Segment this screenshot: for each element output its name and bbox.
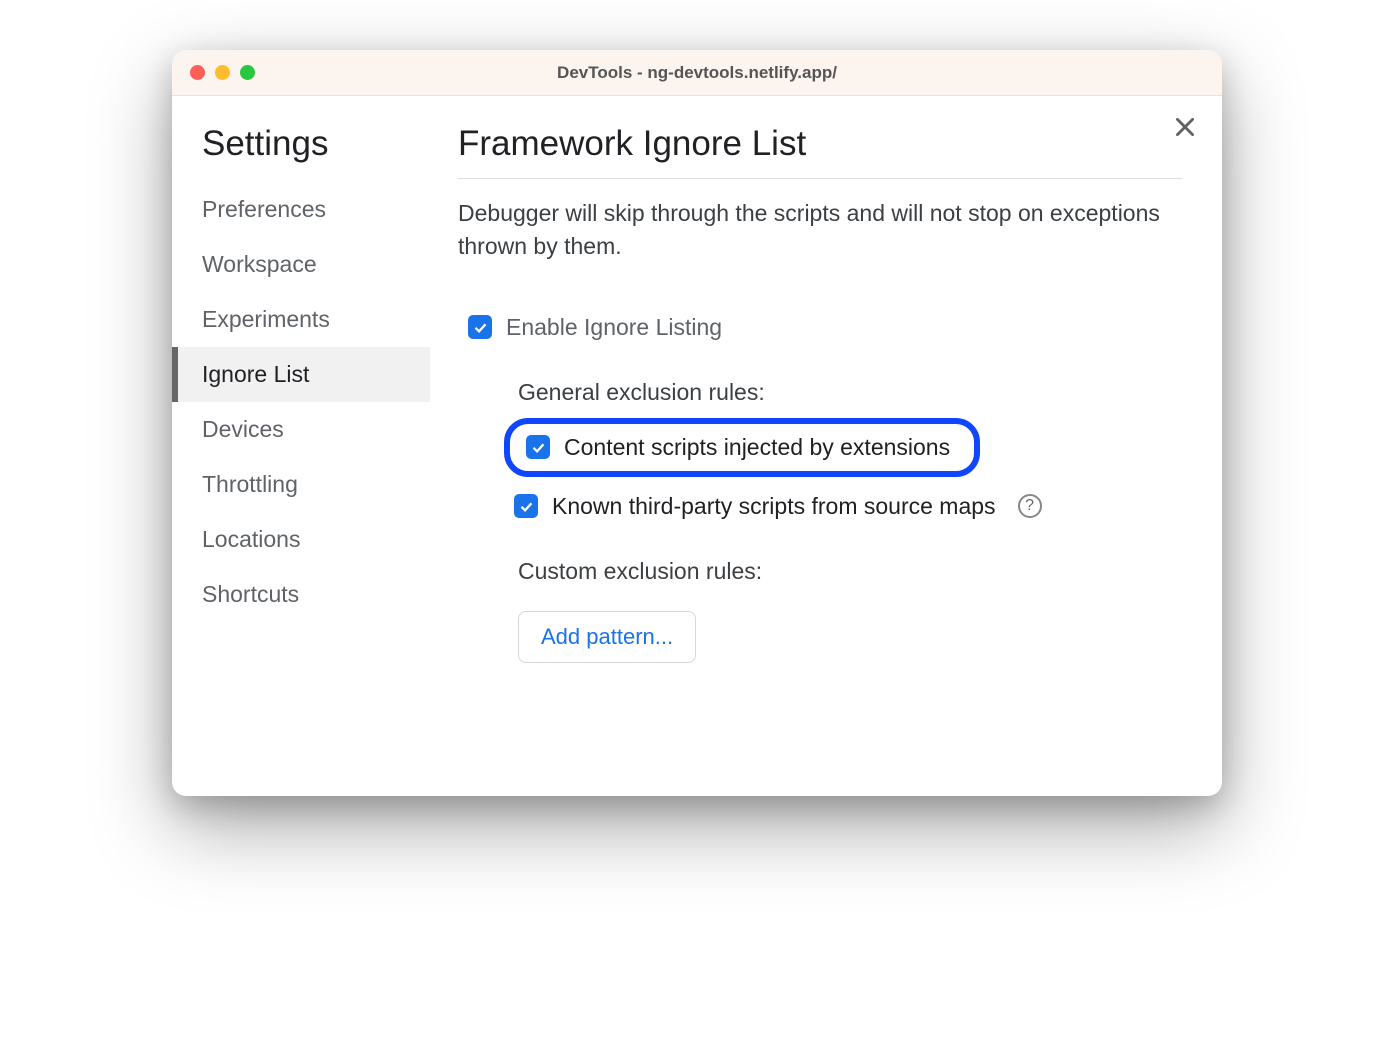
window-minimize-button[interactable] (215, 65, 230, 80)
enable-ignore-listing-label: Enable Ignore Listing (506, 314, 722, 341)
rule-label: Content scripts injected by extensions (564, 434, 950, 461)
sidebar-item-experiments[interactable]: Experiments (172, 292, 430, 347)
sidebar-item-label: Workspace (202, 251, 317, 277)
sidebar-item-label: Shortcuts (202, 581, 299, 607)
help-icon[interactable]: ? (1018, 494, 1042, 518)
window-maximize-button[interactable] (240, 65, 255, 80)
settings-sidebar: Settings Preferences Workspace Experimen… (172, 96, 430, 768)
page-description: Debugger will skip through the scripts a… (458, 197, 1182, 264)
sidebar-item-label: Ignore List (202, 361, 309, 387)
sidebar-item-workspace[interactable]: Workspace (172, 237, 430, 292)
window-controls (190, 65, 255, 80)
settings-main-panel: Framework Ignore List Debugger will skip… (430, 96, 1222, 768)
sidebar-item-label: Throttling (202, 471, 298, 497)
sidebar-item-devices[interactable]: Devices (172, 402, 430, 457)
titlebar: DevTools - ng-devtools.netlify.app/ (172, 50, 1222, 96)
sidebar-item-label: Preferences (202, 196, 326, 222)
rule-third-party-scripts[interactable]: Known third-party scripts from source ma… (504, 487, 1182, 526)
sidebar-item-shortcuts[interactable]: Shortcuts (172, 567, 430, 622)
sidebar-item-ignore-list[interactable]: Ignore List (172, 347, 430, 402)
close-icon[interactable] (1172, 114, 1198, 145)
rule-content-scripts[interactable]: Content scripts injected by extensions (516, 428, 960, 467)
page-title: Framework Ignore List (458, 124, 1182, 179)
window-close-button[interactable] (190, 65, 205, 80)
window-title: DevTools - ng-devtools.netlify.app/ (172, 63, 1222, 83)
general-rules-heading: General exclusion rules: (518, 379, 1182, 406)
devtools-settings-window: DevTools - ng-devtools.netlify.app/ Sett… (172, 50, 1222, 796)
rule-label: Known third-party scripts from source ma… (552, 493, 996, 520)
settings-content: Settings Preferences Workspace Experimen… (172, 96, 1222, 796)
add-pattern-label: Add pattern... (541, 624, 673, 649)
checkbox-checked-icon[interactable] (468, 315, 492, 339)
sidebar-item-label: Locations (202, 526, 300, 552)
custom-rules-heading: Custom exclusion rules: (518, 558, 1182, 585)
highlighted-rule: Content scripts injected by extensions (504, 418, 980, 477)
general-rules-group: Content scripts injected by extensions K… (504, 418, 1182, 526)
checkbox-checked-icon[interactable] (526, 435, 550, 459)
add-pattern-button[interactable]: Add pattern... (518, 611, 696, 663)
sidebar-item-throttling[interactable]: Throttling (172, 457, 430, 512)
sidebar-item-label: Experiments (202, 306, 330, 332)
sidebar-title: Settings (172, 120, 430, 182)
sidebar-item-preferences[interactable]: Preferences (172, 182, 430, 237)
sidebar-item-locations[interactable]: Locations (172, 512, 430, 567)
enable-ignore-listing-row[interactable]: Enable Ignore Listing (458, 308, 1182, 347)
sidebar-item-label: Devices (202, 416, 284, 442)
checkbox-checked-icon[interactable] (514, 494, 538, 518)
